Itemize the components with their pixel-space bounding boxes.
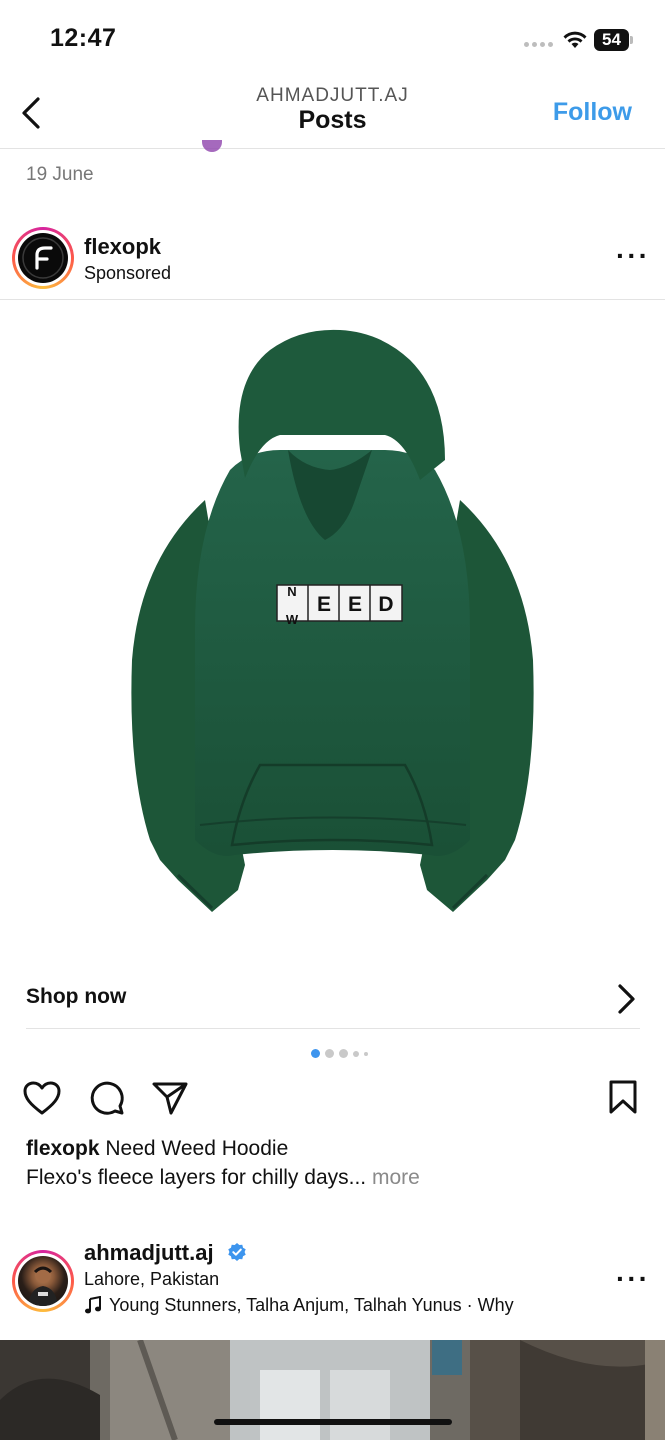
share-send-icon[interactable] xyxy=(151,1080,189,1116)
battery-level: 54 xyxy=(602,30,621,49)
avatar[interactable] xyxy=(12,227,74,289)
caption-text: Need Weed Hoodie xyxy=(99,1137,289,1160)
caption-username[interactable]: flexopk xyxy=(26,1137,100,1160)
follow-button[interactable]: Follow xyxy=(553,98,632,127)
post-username[interactable]: flexopk xyxy=(84,234,161,260)
carousel-dot-active xyxy=(311,1049,320,1058)
previous-post-fragment xyxy=(202,140,222,152)
interior-photo xyxy=(0,1340,665,1440)
flexo-logo-icon xyxy=(22,237,64,279)
shop-divider xyxy=(26,1028,640,1029)
carousel-indicator xyxy=(311,1049,368,1058)
battery-icon: 54 xyxy=(594,29,634,51)
carousel-dot xyxy=(325,1049,334,1058)
print-letter: E xyxy=(348,593,362,616)
print-bottom-letter: W xyxy=(286,612,299,627)
cellular-signal-icon xyxy=(524,42,553,47)
shop-now-link[interactable]: Shop now xyxy=(26,985,126,1009)
music-note-icon xyxy=(85,1296,101,1314)
save-bookmark-icon[interactable] xyxy=(607,1079,639,1115)
verified-badge-icon xyxy=(228,1243,246,1261)
chevron-right-icon[interactable] xyxy=(612,982,640,1016)
music-track[interactable]: Young Stunners, Talha Anjum, Talhah Yunu… xyxy=(109,1295,514,1316)
print-letter: D xyxy=(378,593,393,616)
wifi-icon xyxy=(563,31,587,48)
hoodie-image: N W E E D xyxy=(131,329,534,912)
carousel-dot xyxy=(339,1049,348,1058)
caption-line-text: Flexo's fleece layers for chilly days... xyxy=(26,1166,367,1189)
carousel-dot xyxy=(364,1051,368,1056)
post-caption: flexopk Need Weed Hoodie xyxy=(26,1137,288,1161)
more-options-icon[interactable]: ··· xyxy=(616,1263,650,1295)
sponsored-label: Sponsored xyxy=(84,263,172,283)
more-link[interactable]: more xyxy=(366,1166,420,1189)
caption-line: Flexo's fleece layers for chilly days...… xyxy=(26,1166,420,1190)
more-options-icon[interactable]: ··· xyxy=(616,240,650,272)
post-photo[interactable] xyxy=(0,1340,665,1440)
post-image[interactable]: N W E E D xyxy=(0,300,665,955)
avatar[interactable] xyxy=(12,1250,74,1312)
home-indicator xyxy=(214,1419,452,1425)
post-location[interactable]: Lahore, Pakistan xyxy=(84,1269,219,1290)
post-date: 19 June xyxy=(26,164,94,185)
post-username[interactable]: ahmadjutt.aj xyxy=(84,1240,214,1266)
profile-photo xyxy=(28,1266,58,1306)
like-heart-icon[interactable] xyxy=(22,1080,62,1116)
status-time: 12:47 xyxy=(50,24,117,52)
print-letter: E xyxy=(317,593,331,616)
print-top-letter: N xyxy=(287,584,296,599)
comment-icon[interactable] xyxy=(87,1080,125,1116)
header-divider xyxy=(0,148,665,149)
carousel-dot xyxy=(353,1050,359,1057)
